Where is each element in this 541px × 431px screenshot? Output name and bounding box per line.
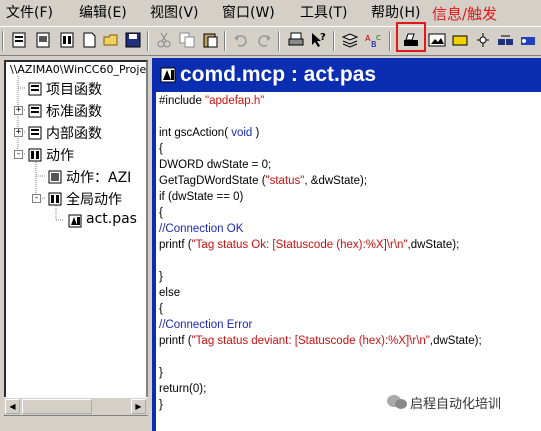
code-line: DWORD dwState = 0; bbox=[159, 159, 272, 171]
scroll-left-icon[interactable]: ◀ bbox=[5, 399, 20, 414]
tag-icon[interactable] bbox=[519, 31, 537, 49]
tree-item-act-pas[interactable]: act.pas bbox=[86, 211, 137, 227]
menu-tools[interactable]: 工具(T) bbox=[300, 2, 347, 22]
toolbar-grip bbox=[2, 31, 4, 51]
menu-file[interactable]: 文件(F) bbox=[6, 2, 53, 22]
connection-icon[interactable] bbox=[496, 31, 514, 49]
toolbar: ? ABC bbox=[0, 26, 541, 56]
code-line: else bbox=[159, 287, 181, 299]
code-line: printf ("Tag status deviant: [Statuscode… bbox=[159, 335, 482, 347]
tree-item-standard-functions[interactable]: 标准函数 bbox=[46, 101, 102, 121]
code-string: "apdefap.h" bbox=[205, 95, 265, 107]
global-action-icon bbox=[48, 191, 62, 206]
picture-icon[interactable] bbox=[428, 31, 446, 49]
code-keyword: void bbox=[231, 127, 253, 139]
expand-icon[interactable]: + bbox=[14, 128, 23, 137]
code-line: GetTagDWordState ("status", &dwState); bbox=[159, 175, 368, 187]
new-standard-function-icon[interactable] bbox=[34, 31, 52, 49]
svg-text:C: C bbox=[376, 34, 381, 42]
tree-horizontal-scrollbar[interactable]: ◀ ▶ bbox=[4, 397, 148, 415]
action-folder-icon bbox=[28, 147, 42, 162]
function-tree: \\AZIMA0\WinCC60_Projec 项目函数 + 标准函数 + 内部… bbox=[4, 60, 148, 416]
cut-icon[interactable] bbox=[155, 31, 173, 49]
toolbar-separator bbox=[389, 31, 391, 51]
code-string: "Tag status deviant: [Statuscode (hex):%… bbox=[191, 335, 430, 347]
toolbar-separator bbox=[333, 31, 335, 51]
layers-icon[interactable] bbox=[341, 31, 359, 49]
code-line: { bbox=[159, 303, 163, 315]
editor-title: comd.mcp : act.pas bbox=[180, 63, 377, 86]
print-icon[interactable] bbox=[287, 31, 305, 49]
tree-item-action-azi[interactable]: 动作：AZI bbox=[66, 167, 131, 187]
code-line: } bbox=[159, 399, 163, 411]
code-line: { bbox=[159, 143, 163, 155]
collapse-icon[interactable]: - bbox=[32, 194, 41, 203]
script-file-icon bbox=[68, 213, 82, 228]
new-project-function-icon[interactable] bbox=[10, 31, 28, 49]
library-icon bbox=[28, 125, 42, 140]
yellow-block-icon[interactable] bbox=[451, 31, 469, 49]
device-icon[interactable] bbox=[474, 31, 492, 49]
open-folder-icon[interactable] bbox=[102, 31, 120, 49]
script-file-icon bbox=[160, 67, 176, 87]
expand-icon[interactable]: + bbox=[14, 106, 23, 115]
library-icon bbox=[28, 103, 42, 118]
new-action-icon[interactable] bbox=[58, 31, 76, 49]
toolbar-separator bbox=[224, 31, 226, 51]
code-line: { bbox=[159, 207, 163, 219]
toolbar-separator bbox=[278, 31, 280, 51]
undo-icon[interactable] bbox=[232, 31, 250, 49]
code-comment: //Connection OK bbox=[159, 223, 244, 235]
annotation-label: 信息/触发 bbox=[432, 5, 498, 23]
menu-view[interactable]: 视图(V) bbox=[150, 2, 199, 22]
code-line: #include "apdefap.h" bbox=[159, 95, 265, 107]
tree-item-global-actions[interactable]: 全局动作 bbox=[66, 189, 122, 209]
menu-help[interactable]: 帮助(H) bbox=[371, 2, 420, 22]
editor-title-bar[interactable]: comd.mcp : act.pas bbox=[152, 58, 541, 92]
svg-text:?: ? bbox=[320, 32, 326, 43]
code-string: "Tag status Ok: [Statuscode (hex):%X]\r\… bbox=[191, 239, 408, 251]
code-editor[interactable]: #include "apdefap.h" int gscAction( void… bbox=[156, 92, 541, 431]
code-line: return(0); bbox=[159, 383, 207, 395]
wechat-icon bbox=[386, 394, 408, 410]
action-icon bbox=[48, 169, 62, 184]
copy-icon[interactable] bbox=[178, 31, 196, 49]
code-line: int gscAction( void ) bbox=[159, 127, 260, 139]
code-line: } bbox=[159, 271, 163, 283]
toolbar-separator bbox=[147, 31, 149, 51]
editor-window: comd.mcp : act.pas #include "apdefap.h" … bbox=[152, 58, 541, 431]
watermark-text: 启程自动化培训 bbox=[410, 397, 502, 412]
code-line: } bbox=[159, 367, 163, 379]
collapse-icon[interactable]: - bbox=[14, 150, 23, 159]
info-trigger-highlight bbox=[396, 22, 426, 52]
save-icon[interactable] bbox=[124, 31, 142, 49]
code-line: if (dwState == 0) bbox=[159, 191, 244, 203]
menu-edit[interactable]: 编辑(E) bbox=[79, 2, 127, 22]
tree-item-actions[interactable]: 动作 bbox=[46, 145, 74, 165]
scroll-right-icon[interactable]: ▶ bbox=[131, 399, 146, 414]
code-line: printf ("Tag status Ok: [Statuscode (hex… bbox=[159, 239, 460, 251]
tree-item-project-functions[interactable]: 项目函数 bbox=[46, 79, 102, 99]
scroll-thumb[interactable] bbox=[22, 399, 92, 414]
library-icon bbox=[28, 81, 42, 96]
redo-icon[interactable] bbox=[255, 31, 273, 49]
help-cursor-icon[interactable]: ? bbox=[309, 31, 327, 49]
abc-icon[interactable]: ABC bbox=[364, 31, 382, 49]
tree-item-internal-functions[interactable]: 内部函数 bbox=[46, 123, 102, 143]
menu-window[interactable]: 窗口(W) bbox=[222, 2, 275, 22]
code-comment: //Connection Error bbox=[159, 319, 253, 331]
new-file-icon[interactable] bbox=[80, 31, 98, 49]
code-string: "status" bbox=[265, 175, 305, 187]
paste-icon[interactable] bbox=[201, 31, 219, 49]
